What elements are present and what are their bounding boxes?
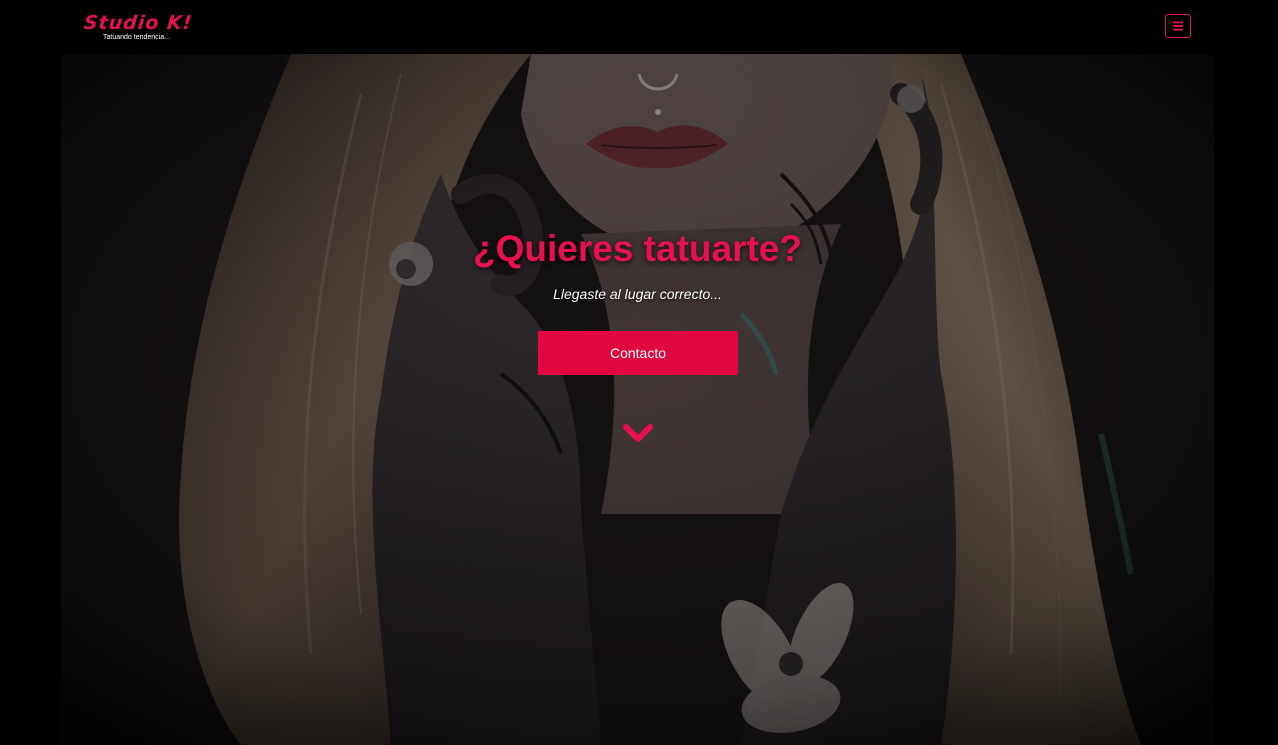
hero-subtitle: Llegaste al lugar correcto... xyxy=(553,286,722,302)
hero-section: ¿Quieres tatuarte? Llegaste al lugar cor… xyxy=(61,54,1214,745)
hero-title: ¿Quieres tatuarte? xyxy=(473,228,802,269)
menu-toggle-button[interactable] xyxy=(1165,14,1191,38)
chevron-down-icon xyxy=(623,424,653,442)
page: Studio K! Tatuando tendencia... ¿Quieres… xyxy=(0,0,1278,745)
contact-button[interactable]: Contacto xyxy=(538,331,738,375)
brand-tagline: Tatuando tendencia... xyxy=(103,34,170,41)
hero-content: ¿Quieres tatuarte? Llegaste al lugar cor… xyxy=(61,54,1214,745)
navbar: Studio K! Tatuando tendencia... xyxy=(0,0,1278,54)
scroll-down-link[interactable] xyxy=(622,422,654,446)
brand-logo-link[interactable]: Studio K! Tatuando tendencia... xyxy=(82,10,194,46)
hamburger-menu-icon xyxy=(1173,21,1183,31)
